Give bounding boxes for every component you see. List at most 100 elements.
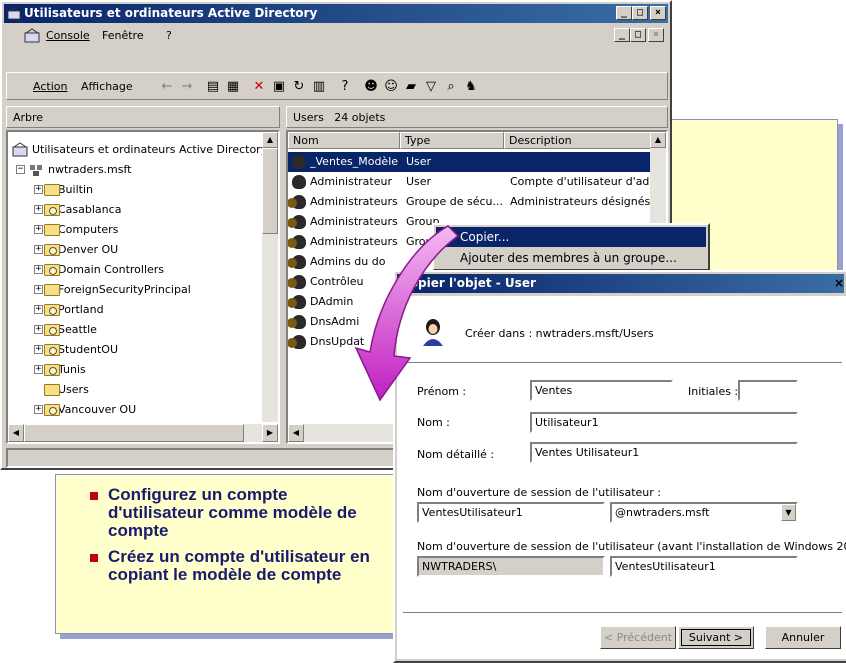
folder-icon (44, 184, 60, 196)
domain-icon (30, 165, 42, 176)
expand-icon[interactable]: + (34, 245, 43, 254)
tree-tab-label[interactable]: Arbre (13, 111, 43, 124)
list-item[interactable]: Administrateurs... Groupe de sécu... Admin… (288, 192, 650, 212)
cell-name: Administrateurs... (310, 195, 398, 208)
group-icon (288, 215, 306, 229)
dialog-separator (403, 612, 842, 614)
properties-icon[interactable]: ▣ (271, 79, 287, 95)
scroll-up-arrow[interactable]: ▲ (262, 132, 278, 148)
cell-name: _Ventes_Modèle (310, 152, 406, 172)
column-header-description[interactable]: Description (504, 132, 666, 149)
expand-icon[interactable]: + (34, 405, 43, 414)
new-group-icon[interactable]: ☺ (383, 79, 399, 95)
close-button[interactable]: × (650, 6, 666, 20)
logon-name-input[interactable]: VentesUtilisateur1 (417, 502, 605, 523)
add-to-group-icon[interactable]: ♞ (463, 79, 479, 95)
help-icon[interactable]: ? (337, 79, 353, 95)
scroll-left-arrow[interactable]: ◀ (8, 424, 24, 442)
child-minimize-button[interactable]: _ (614, 28, 630, 42)
menu-console[interactable]: Console (46, 29, 90, 42)
scroll-right-arrow[interactable]: ▶ (262, 424, 278, 442)
tree-item[interactable]: + Vancouver OU (8, 400, 136, 420)
expand-icon[interactable]: + (34, 225, 43, 234)
menu-item-copy[interactable]: Copier... (436, 227, 706, 247)
tree-pane-header: Arbre (6, 106, 280, 128)
previous-button[interactable]: < Précédent (600, 626, 676, 649)
child-close-button[interactable]: × (648, 28, 664, 42)
tree-item[interactable]: + Denver OU (8, 240, 118, 260)
scroll-up-arrow[interactable]: ▲ (650, 132, 666, 148)
tree-item-label: Tunis (58, 363, 86, 376)
tree-item[interactable]: + Casablanca (8, 200, 121, 220)
tree-horizontal-scrollbar[interactable]: ◀ ▶ (8, 424, 278, 442)
filter-icon[interactable]: ▽ (423, 79, 439, 95)
tree-domain[interactable]: − nwtraders.msft (8, 160, 131, 180)
expand-icon[interactable]: + (34, 285, 43, 294)
menu-item-add-to-group[interactable]: Ajouter des membres à un groupe... (436, 248, 706, 268)
scroll-thumb[interactable] (24, 424, 244, 442)
full-name-input[interactable]: Ventes Utilisateur1 (530, 442, 798, 463)
expand-icon[interactable]: + (34, 305, 43, 314)
folder-icon (44, 284, 60, 296)
expand-icon[interactable]: + (34, 325, 43, 334)
new-user-icon[interactable]: ☻ (363, 79, 379, 95)
tree-root[interactable]: Utilisateurs et ordinateurs Active Direc… (8, 140, 278, 160)
cancel-button[interactable]: Annuler (765, 626, 841, 649)
tree-item[interactable]: + Domain Controllers (8, 260, 164, 280)
chevron-down-icon[interactable]: ▼ (781, 504, 796, 521)
tree-item[interactable]: + Builtin (8, 180, 93, 200)
user-icon (292, 175, 306, 189)
refresh-icon[interactable]: ↻ (291, 79, 307, 95)
expand-icon[interactable]: + (34, 205, 43, 214)
column-header-name[interactable]: Nom (288, 132, 400, 149)
ou-folder-icon (44, 244, 60, 256)
pre2000-logon-input[interactable]: VentesUtilisateur1 (610, 556, 798, 577)
next-button[interactable]: Suivant > (678, 626, 754, 649)
menu-help[interactable]: ? (166, 29, 172, 42)
tree-item[interactable]: + Tunis (8, 360, 86, 380)
tree-item[interactable]: + Seattle (8, 320, 97, 340)
list-item[interactable]: Administrateur User Compte d'utilisateur d… (288, 172, 650, 192)
directory-root-icon (12, 142, 28, 157)
ou-folder-icon (44, 304, 60, 316)
tree-item[interactable]: Users (8, 380, 89, 400)
group-icon (288, 275, 306, 289)
find-icon[interactable]: ⌕ (443, 79, 459, 95)
initials-input[interactable] (738, 380, 798, 401)
upn-suffix-select[interactable]: @nwtraders.msft ▼ (610, 502, 798, 523)
back-icon[interactable]: ← (159, 79, 175, 95)
scroll-thumb[interactable] (262, 148, 278, 234)
close-icon[interactable]: × (834, 274, 844, 293)
expand-icon[interactable]: + (34, 265, 43, 274)
up-folder-icon[interactable]: ▤ (205, 79, 221, 95)
last-name-input[interactable]: Utilisateur1 (530, 412, 798, 433)
export-list-icon[interactable]: ▥ (311, 79, 327, 95)
tree-vertical-scrollbar[interactable]: ▲ (262, 132, 278, 422)
first-name-input[interactable]: Ventes (530, 380, 673, 401)
collapse-icon[interactable]: − (16, 165, 25, 174)
minimize-button[interactable]: _ (616, 6, 632, 20)
forward-icon[interactable]: → (179, 79, 195, 95)
tree-item[interactable]: + Portland (8, 300, 104, 320)
mmc-titlebar[interactable]: Utilisateurs et ordinateurs Active Direc… (4, 4, 668, 23)
menu-window[interactable]: Fenêtre (102, 29, 144, 42)
list-item[interactable]: _Ventes_Modèle User (288, 152, 650, 172)
column-header-type[interactable]: Type (400, 132, 504, 149)
expand-icon[interactable]: + (34, 345, 43, 354)
group-icon (288, 295, 306, 309)
expand-icon[interactable]: + (34, 185, 43, 194)
restore-button[interactable]: □ (632, 6, 648, 20)
delete-icon[interactable]: ✕ (251, 79, 267, 95)
child-restore-button[interactable]: □ (630, 28, 646, 42)
dialog-titlebar[interactable]: Copier l'objet - User × (397, 274, 844, 293)
new-ou-icon[interactable]: ▰ (403, 79, 419, 95)
tree-item[interactable]: + StudentOU (8, 340, 118, 360)
expand-icon[interactable]: + (34, 365, 43, 374)
show-tree-icon[interactable]: ▦ (225, 79, 241, 95)
cell-type: User (406, 152, 650, 172)
tree-item[interactable]: + Computers (8, 220, 118, 240)
scroll-left-arrow[interactable]: ◀ (288, 424, 304, 442)
tree-item[interactable]: + ForeignSecurityPrincipal (8, 280, 191, 300)
group-icon (288, 195, 306, 209)
group-icon (288, 315, 306, 329)
